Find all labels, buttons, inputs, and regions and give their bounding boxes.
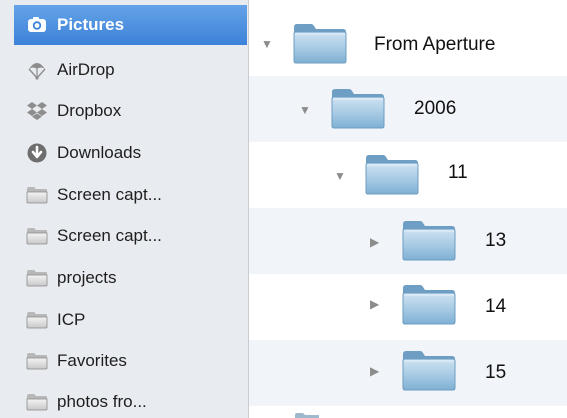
- sidebar-item-dropbox[interactable]: Dropbox: [26, 91, 247, 131]
- airdrop-icon: [26, 59, 48, 81]
- tree-row-from-aperture[interactable]: ▼ From Aperture: [249, 10, 567, 76]
- sidebar-item-label: AirDrop: [57, 60, 115, 79]
- folder-icon: [26, 267, 48, 289]
- tree-row-label: From Aperture: [374, 34, 496, 55]
- disclosure-triangle-expanded-icon[interactable]: ▼: [261, 38, 273, 50]
- tree-row-partial: [249, 406, 567, 418]
- sidebar-item-downloads[interactable]: Downloads: [26, 133, 247, 173]
- tree-row-15[interactable]: ▶ 15: [249, 340, 567, 406]
- sidebar-item-label: projects: [57, 268, 117, 287]
- sidebar-item-icp[interactable]: ICP: [26, 300, 247, 340]
- folder-icon: [26, 184, 48, 206]
- tree-row-label: 13: [485, 230, 507, 251]
- folder-icon: [292, 21, 348, 65]
- folder-tree: ▼ From Aperture ▼ 2006 ▼ 11 ▶ 13 ▶ 14 ▶ …: [249, 0, 567, 418]
- sidebar-item-label: Favorites: [57, 351, 127, 370]
- disclosure-triangle-collapsed-icon[interactable]: ▶: [370, 236, 379, 248]
- sidebar: Pictures AirDrop Dropbox Downloads Scree…: [0, 0, 249, 418]
- disclosure-triangle-expanded-icon[interactable]: ▼: [334, 170, 346, 182]
- folder-icon: [26, 225, 48, 247]
- disclosure-triangle-collapsed-icon[interactable]: ▶: [370, 365, 379, 377]
- sidebar-item-label: photos fro...: [57, 392, 147, 411]
- folder-icon: [330, 86, 386, 130]
- sidebar-item-pictures[interactable]: Pictures: [14, 5, 247, 45]
- folder-icon: [295, 413, 319, 418]
- tree-row-13[interactable]: ▶ 13: [249, 208, 567, 274]
- sidebar-item-screen-captures-2[interactable]: Screen capt...: [26, 216, 247, 256]
- dropbox-icon: [26, 100, 48, 122]
- sidebar-item-photos-from[interactable]: photos fro...: [26, 382, 247, 418]
- tree-row-label: 11: [448, 162, 468, 183]
- disclosure-triangle-collapsed-icon[interactable]: ▶: [370, 298, 379, 310]
- tree-row-2006[interactable]: ▼ 2006: [249, 76, 567, 142]
- sidebar-item-label: Dropbox: [57, 101, 122, 120]
- sidebar-item-label: Screen capt...: [57, 185, 162, 204]
- tree-row-11[interactable]: ▼ 11: [249, 142, 567, 208]
- folder-icon: [364, 152, 420, 196]
- folder-icon: [26, 391, 48, 413]
- sidebar-item-airdrop[interactable]: AirDrop: [26, 50, 247, 90]
- folder-icon: [401, 282, 457, 326]
- sidebar-item-label: Screen capt...: [57, 226, 162, 245]
- tree-row-label: 15: [485, 362, 507, 383]
- sidebar-item-screen-captures-1[interactable]: Screen capt...: [26, 175, 247, 215]
- sidebar-item-favorites[interactable]: Favorites: [26, 341, 247, 381]
- disclosure-triangle-expanded-icon[interactable]: ▼: [299, 104, 311, 116]
- sidebar-item-label: ICP: [57, 310, 86, 329]
- sidebar-item-label: Downloads: [57, 143, 142, 162]
- camera-icon: [26, 14, 48, 36]
- tree-row-14[interactable]: ▶ 14: [249, 274, 567, 340]
- folder-icon: [401, 348, 457, 392]
- download-icon: [26, 142, 48, 164]
- folder-icon: [401, 218, 457, 262]
- sidebar-item-projects[interactable]: projects: [26, 258, 247, 298]
- folder-icon: [26, 350, 48, 372]
- folder-icon: [26, 309, 48, 331]
- tree-row-label: 14: [485, 296, 507, 317]
- sidebar-item-label: Pictures: [57, 15, 125, 34]
- tree-row-label: 2006: [414, 98, 457, 119]
